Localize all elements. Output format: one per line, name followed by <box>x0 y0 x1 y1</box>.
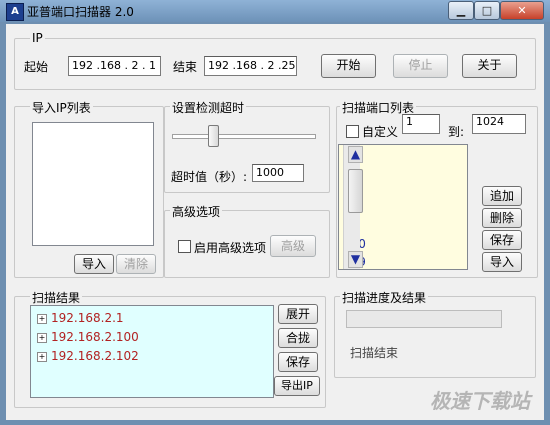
ip-list[interactable] <box>32 122 154 246</box>
maximize-button[interactable]: □ <box>474 1 500 20</box>
export-ip-button[interactable]: 导出IP <box>274 376 320 396</box>
scan-status: 扫描结束 <box>350 346 399 360</box>
end-ip-field[interactable]: 192 .168 . 2 .255 <box>204 56 297 76</box>
import-ip-group-label: 导入IP列表 <box>30 99 93 116</box>
result-ip: 192.168.2.1 <box>51 311 124 325</box>
scroll-thumb[interactable] <box>348 169 363 213</box>
end-ip-label: 结束 <box>173 60 198 74</box>
results-group-label: 扫描结果 <box>30 289 83 306</box>
start-ip-field[interactable]: 192 .168 . 2 . 1 <box>68 56 161 76</box>
scroll-down-icon[interactable]: ▼ <box>348 251 363 268</box>
enable-advanced-label: 启用高级选项 <box>194 241 267 255</box>
expand-icon[interactable]: + <box>37 332 47 343</box>
close-button[interactable]: ✕ <box>500 1 544 20</box>
timeout-slider-thumb[interactable] <box>208 125 219 147</box>
window-title: 亚普端口扫描器 2.0 <box>27 5 134 19</box>
title-bar[interactable]: A 亚普端口扫描器 2.0 ▁ □ ✕ <box>0 0 550 22</box>
scroll-up-icon[interactable]: ▲ <box>348 146 363 163</box>
result-node[interactable]: +192.168.2.1 <box>37 311 124 325</box>
expand-all-button[interactable]: 展开 <box>278 304 318 324</box>
expand-icon[interactable]: + <box>37 313 47 324</box>
minimize-button[interactable]: ▁ <box>448 1 474 20</box>
timeout-value-field[interactable]: 1000 <box>252 164 304 182</box>
start-ip-label: 起始 <box>24 60 49 74</box>
result-ip: 192.168.2.102 <box>51 349 139 363</box>
to-label: 到: <box>448 125 465 139</box>
result-ip: 192.168.2.100 <box>51 330 139 344</box>
timeout-group-label: 设置检测超时 <box>170 99 247 116</box>
watermark-logo: 极速下载站 <box>430 389 530 413</box>
custom-ports-label: 自定义 <box>362 125 399 139</box>
port-list-scrollbar[interactable]: ▲ ▼ <box>343 145 363 269</box>
timeout-label: 超时值（秒）: <box>171 170 248 184</box>
import-ip-button[interactable]: 导入 <box>74 254 114 274</box>
expand-icon[interactable]: + <box>37 351 47 362</box>
custom-from-field[interactable]: 1 <box>402 114 440 134</box>
results-tree[interactable]: +192.168.2.1 +192.168.2.100 +192.168.2.1… <box>30 305 274 398</box>
delete-port-button[interactable]: 删除 <box>482 208 522 228</box>
stop-button[interactable]: 停止 <box>393 54 448 78</box>
progress-group-label: 扫描进度及结果 <box>340 289 429 306</box>
custom-to-field[interactable]: 1024 <box>472 114 526 134</box>
import-ports-button[interactable]: 导入 <box>482 252 522 272</box>
app-icon: A <box>6 3 24 21</box>
main-panel: IP 起始 192 .168 . 2 . 1 结束 192 .168 . 2 .… <box>6 24 544 420</box>
advanced-group-label: 高级选项 <box>170 203 223 220</box>
result-node[interactable]: +192.168.2.102 <box>37 349 139 363</box>
save-ports-button[interactable]: 保存 <box>482 230 522 250</box>
clear-ip-button[interactable]: 清除 <box>116 254 156 274</box>
start-button[interactable]: 开始 <box>321 54 376 78</box>
progress-group <box>334 296 536 378</box>
save-results-button[interactable]: 保存 <box>278 352 318 372</box>
enable-advanced-checkbox[interactable] <box>178 240 191 253</box>
app-window: A 亚普端口扫描器 2.0 ▁ □ ✕ IP 起始 192 .168 . 2 .… <box>0 0 550 425</box>
ip-group-label: IP <box>30 31 45 45</box>
custom-ports-checkbox[interactable] <box>346 125 359 138</box>
about-button[interactable]: 关于 <box>462 54 517 78</box>
add-port-button[interactable]: 追加 <box>482 186 522 206</box>
port-list[interactable]: 21 23 25 79 80 110 139 ▲ ▼ <box>338 144 468 270</box>
collapse-all-button[interactable]: 合拢 <box>278 328 318 348</box>
timeout-slider-track <box>172 134 316 139</box>
result-node[interactable]: +192.168.2.100 <box>37 330 139 344</box>
scan-progress-bar <box>346 310 502 328</box>
advanced-button[interactable]: 高级 <box>270 235 316 257</box>
